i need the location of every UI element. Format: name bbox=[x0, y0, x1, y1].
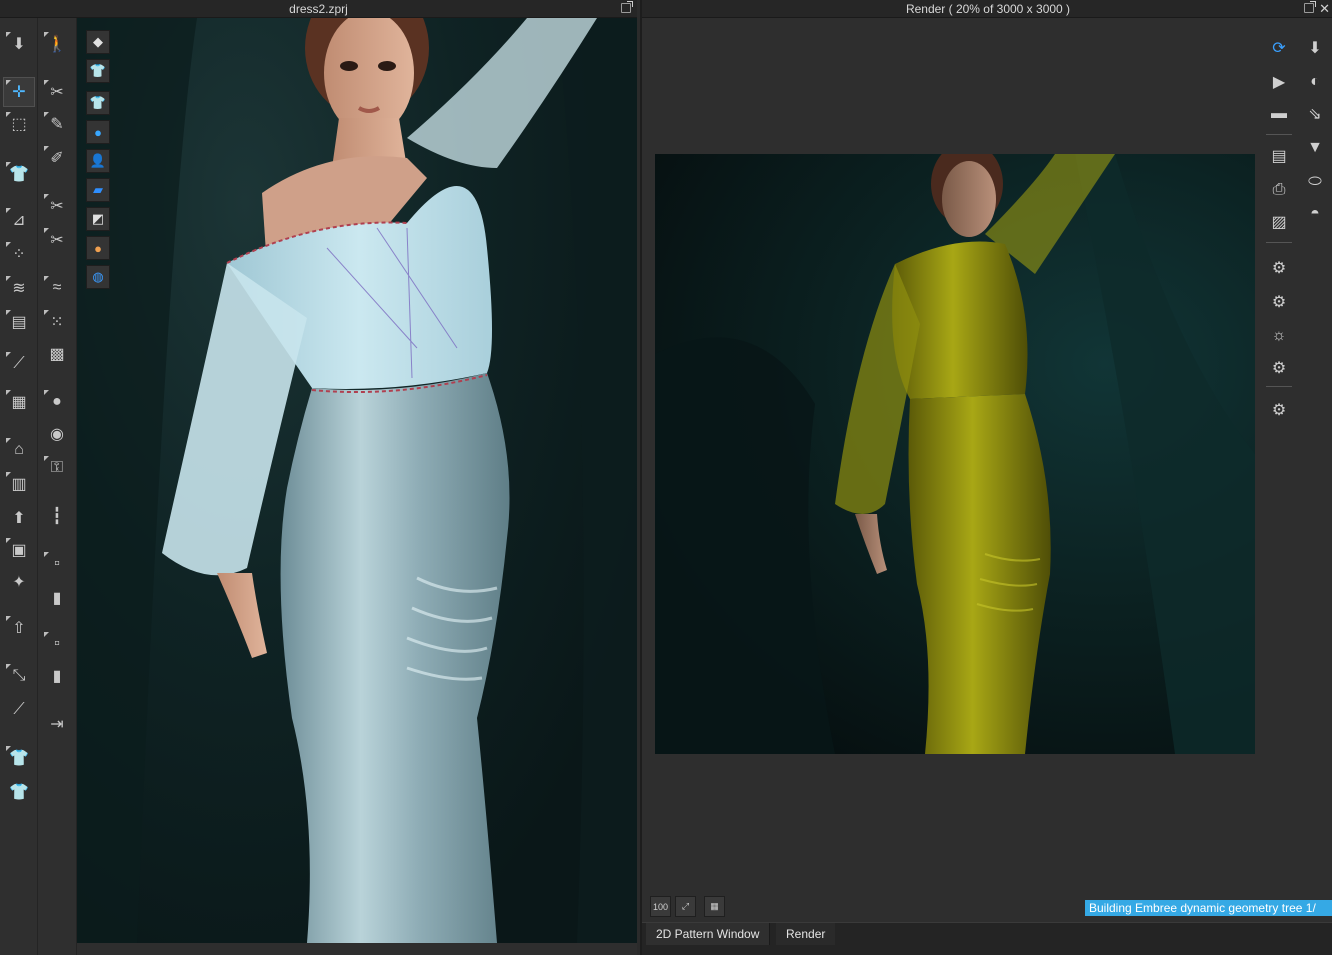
gradient-tool[interactable]: ▮ bbox=[42, 584, 72, 612]
popout-icon[interactable] bbox=[1304, 1, 1316, 13]
trim-tool-b[interactable]: ▫ bbox=[42, 550, 72, 578]
arrangement-tool[interactable]: ⌂ bbox=[4, 436, 34, 464]
3d-window-titlebar: dress2.zprj bbox=[0, 0, 637, 18]
render-status-bar: Building Embree dynamic geometry tree 1/ bbox=[1085, 900, 1332, 916]
popout-icon[interactable] bbox=[621, 1, 633, 13]
checker-tool[interactable]: ▩ bbox=[42, 340, 72, 368]
edit-pattern-tool[interactable]: ⊿ bbox=[4, 206, 34, 234]
video-settings-icon[interactable]: ⚙ bbox=[1264, 396, 1294, 424]
render-bottom-bar: 100 ⤢ ▦ Building Embree dynamic geometry… bbox=[642, 894, 1332, 920]
environment-sphere-icon[interactable]: ◐ bbox=[1300, 68, 1330, 96]
lock-button-tool[interactable]: ⚿ bbox=[42, 454, 72, 482]
render-scene bbox=[655, 154, 1255, 754]
gift-box-tool[interactable]: ▣ bbox=[4, 536, 34, 564]
spot-light-icon[interactable]: ▼ bbox=[1300, 134, 1330, 162]
show-avatar-icon[interactable]: ◆ bbox=[86, 30, 110, 54]
toolbar-column-1: ⬇ ✛ ⬚ 👕 ⊿ ⁘ ≋ ▤ ⟋ ▦ ⌂ ▥ ⬆ ▣ ✦ ⇧ ⤡ ⟋ 👕 👕 bbox=[0, 18, 38, 955]
tab-render[interactable]: Render bbox=[776, 923, 836, 945]
texture-view-icon[interactable]: ▰ bbox=[86, 178, 110, 202]
3d-scene bbox=[77, 18, 637, 943]
avatar-pose-tool[interactable]: ✦ bbox=[4, 568, 34, 596]
image-gallery-icon[interactable]: ▨ bbox=[1264, 208, 1294, 236]
toolbar-separator bbox=[1266, 386, 1292, 387]
fold-tool[interactable]: ≋ bbox=[4, 274, 34, 302]
tack-tool[interactable]: ✂ bbox=[42, 78, 72, 106]
layer-tool-b[interactable]: ▮ bbox=[42, 662, 72, 690]
3d-viewport[interactable]: ◆ 👕 👕 ● 👤 ▰ ◩ ● ◍ bbox=[77, 18, 637, 943]
tape-measure-tool[interactable]: ⤡ bbox=[4, 662, 34, 690]
needle-tool[interactable]: ✎ bbox=[42, 110, 72, 138]
stitch-tool[interactable]: ✐ bbox=[42, 144, 72, 172]
3d-garment-window: dress2.zprj ⬇ ✛ ⬚ 👕 ⊿ ⁘ ≋ ▤ ⟋ ▦ ⌂ ▥ ⬆ ▣ … bbox=[0, 0, 637, 955]
render-window-titlebar: Render ( 20% of 3000 x 3000 ) ✕ bbox=[642, 0, 1332, 18]
transform-pattern-tool[interactable]: ✛ bbox=[3, 77, 35, 107]
avatar-view-icon[interactable]: 👤 bbox=[86, 149, 110, 173]
button-tool-a[interactable]: ⁙ bbox=[42, 308, 72, 336]
dome-light-icon[interactable]: ◓ bbox=[1300, 200, 1330, 228]
toolbar-column-2: 🚶 ✂ ✎ ✐ ✂ ✂ ≈ ⁙ ▩ ● ◉ ⚿ ┇ ▫ ▮ ▫ ▮ ⇥ bbox=[38, 18, 77, 955]
zipper-tool[interactable]: ┇ bbox=[42, 502, 72, 530]
sewing-machine-tool[interactable]: ▤ bbox=[4, 308, 34, 336]
avatar-skin-icon[interactable]: ● bbox=[86, 236, 110, 260]
puckering-tool[interactable]: ≈ bbox=[42, 274, 72, 302]
image-settings-icon[interactable]: ⚙ bbox=[1264, 254, 1294, 282]
box-select-tool[interactable]: ⬚ bbox=[4, 110, 34, 138]
close-icon[interactable]: ✕ bbox=[1319, 0, 1330, 18]
grid-view-icon[interactable]: ▦ bbox=[704, 896, 725, 917]
environment-globe-icon[interactable]: ◍ bbox=[86, 265, 110, 289]
button-tool-b[interactable]: ● bbox=[42, 388, 72, 416]
render-preview-image bbox=[655, 154, 1255, 754]
tab-2d-pattern-window[interactable]: 2D Pattern Window bbox=[646, 923, 771, 945]
render-pages-icon[interactable]: ▤ bbox=[1264, 142, 1294, 170]
fit-to-window-icon[interactable]: ⤢ bbox=[675, 896, 696, 917]
cylinder-light-icon[interactable]: ⬭ bbox=[1300, 168, 1330, 196]
select-mesh-tool[interactable]: ⬇ bbox=[4, 30, 34, 58]
point-tool[interactable]: ⁘ bbox=[4, 240, 34, 268]
ruler-tool[interactable]: ⟋ bbox=[4, 696, 34, 724]
shirt-tool-a[interactable]: 👕 bbox=[4, 744, 34, 772]
download-icon[interactable]: ⬇ bbox=[1300, 34, 1330, 62]
garment-group-tool[interactable]: ⬆ bbox=[4, 504, 34, 532]
cut-tool[interactable]: ✂ bbox=[42, 226, 72, 254]
scene-settings-icon[interactable]: ⚙ bbox=[1264, 354, 1294, 382]
app-root: dress2.zprj ⬇ ✛ ⬚ 👕 ⊿ ⁘ ≋ ▤ ⟋ ▦ ⌂ ▥ ⬆ ▣ … bbox=[0, 0, 1332, 955]
3d-window-title: dress2.zprj bbox=[289, 2, 348, 16]
arrow-align-tool[interactable]: ⇥ bbox=[42, 710, 72, 738]
measure-tool[interactable]: ⇧ bbox=[4, 614, 34, 642]
directional-light-icon[interactable]: ⇘ bbox=[1300, 100, 1330, 128]
garment-tool[interactable]: 👕 bbox=[4, 160, 34, 188]
show-pins-icon[interactable]: ● bbox=[86, 120, 110, 144]
window-tabs: 2D Pattern Window Render bbox=[642, 922, 1332, 955]
shirt-tool-b[interactable]: 👕 bbox=[4, 778, 34, 806]
show-garment-icon[interactable]: 👕 bbox=[86, 59, 110, 83]
trim-tool[interactable]: ✂ bbox=[42, 192, 72, 220]
garment-shaded-icon[interactable]: 👕 bbox=[86, 91, 110, 115]
camera-settings-icon[interactable]: ⚙ bbox=[1264, 288, 1294, 316]
button-tool-c[interactable]: ◉ bbox=[42, 420, 72, 448]
toolbar-separator bbox=[1266, 242, 1292, 243]
render-window-title: Render ( 20% of 3000 x 3000 ) bbox=[905, 2, 1071, 16]
fabric-view-icon[interactable]: ◩ bbox=[86, 207, 110, 231]
avatar-walk-tool[interactable]: 🚶 bbox=[42, 30, 72, 58]
viewport-view-strip: ◆ 👕 👕 ● 👤 ▰ ◩ ● ◍ bbox=[86, 30, 112, 294]
pin-tool[interactable]: ⟋ bbox=[4, 350, 34, 378]
refresh-render-icon[interactable]: ⟳ bbox=[1264, 34, 1294, 62]
render-window: Render ( 20% of 3000 x 3000 ) ✕ ⟳ ▶ ▬ ▤ … bbox=[640, 0, 1332, 955]
layer-tool[interactable]: ▫ bbox=[42, 630, 72, 658]
zoom-100-label: 100 bbox=[652, 901, 669, 912]
fitting-suit-tool[interactable]: ▥ bbox=[4, 470, 34, 498]
stop-render-icon[interactable]: ▬ bbox=[1264, 100, 1294, 128]
toolbar-separator bbox=[1266, 134, 1292, 135]
zoom-100-button[interactable]: 100 bbox=[650, 896, 671, 917]
light-settings-icon[interactable]: ☼ bbox=[1264, 322, 1294, 350]
texture-tool[interactable]: ▦ bbox=[4, 388, 34, 416]
play-render-icon[interactable]: ▶ bbox=[1264, 68, 1294, 96]
camera-snapshot-icon[interactable]: ⎙ bbox=[1264, 176, 1294, 204]
